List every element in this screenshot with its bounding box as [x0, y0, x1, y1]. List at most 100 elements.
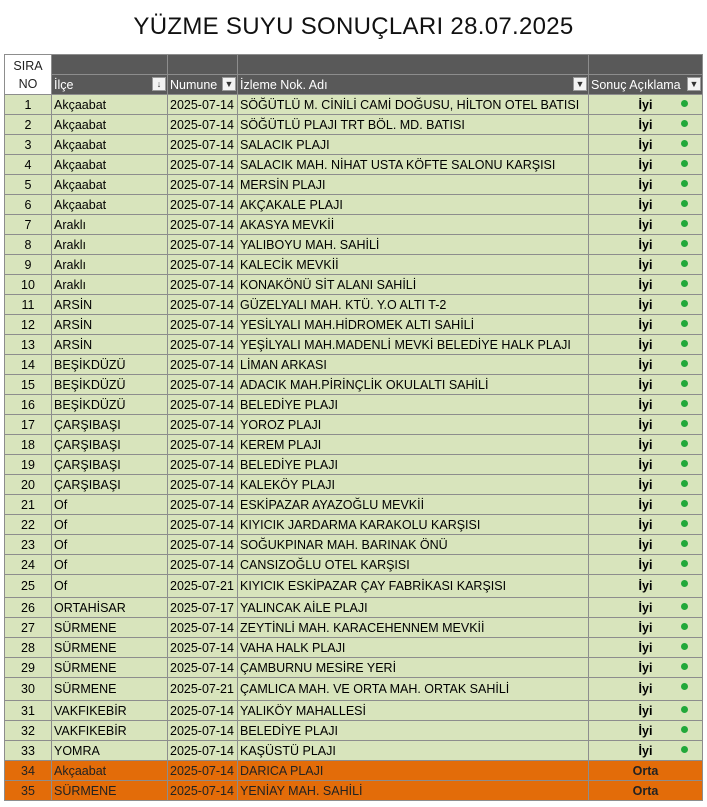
- cell-ilce[interactable]: Araklı: [51, 214, 168, 235]
- table-row[interactable]: 5 Akçaabat 2025-07-14 MERSİN PLAJI İyi: [4, 174, 703, 195]
- cell-no[interactable]: 5: [4, 174, 52, 195]
- table-row[interactable]: 9 Araklı 2025-07-14 KALECİK MEVKİİ İyi: [4, 254, 703, 275]
- cell-ilce[interactable]: ARSİN: [51, 334, 168, 355]
- cell-date[interactable]: 2025-07-14: [167, 234, 238, 255]
- cell-location-name[interactable]: KAŞÜSTÜ PLAJI: [237, 740, 589, 761]
- cell-ilce[interactable]: BEŞİKDÜZÜ: [51, 354, 168, 375]
- cell-result[interactable]: İyi: [588, 274, 703, 295]
- cell-ilce[interactable]: Of: [51, 514, 168, 535]
- table-row[interactable]: 14 BEŞİKDÜZÜ 2025-07-14 LİMAN ARKASI İyi: [4, 354, 703, 375]
- cell-location-name[interactable]: MERSİN PLAJI: [237, 174, 589, 195]
- cell-ilce[interactable]: Of: [51, 534, 168, 555]
- cell-location-name[interactable]: YALIBOYU MAH. SAHİLİ: [237, 234, 589, 255]
- cell-location-name[interactable]: KONAKÖNÜ SİT ALANI SAHİLİ: [237, 274, 589, 295]
- table-row[interactable]: 12 ARSİN 2025-07-14 YESİLYALI MAH.HİDROMEK …: [4, 314, 703, 335]
- cell-no[interactable]: 24: [4, 554, 52, 575]
- cell-ilce[interactable]: Akçaabat: [51, 194, 168, 215]
- table-row[interactable]: 11 ARSİN 2025-07-14 GÜZELYALI MAH. KTÜ. Y.O…: [4, 294, 703, 315]
- cell-date[interactable]: 2025-07-14: [167, 534, 238, 555]
- cell-date[interactable]: 2025-07-14: [167, 494, 238, 515]
- cell-ilce[interactable]: ÇARŞIBAŞI: [51, 414, 168, 435]
- table-row[interactable]: 17 ÇARŞIBAŞI 2025-07-14 YOROZ PLAJI İyi: [4, 414, 703, 435]
- cell-ilce[interactable]: BEŞİKDÜZÜ: [51, 374, 168, 395]
- table-row[interactable]: 10 Araklı 2025-07-14 KONAKÖNÜ SİT ALANI SAH…: [4, 274, 703, 295]
- filter-dropdown-icon[interactable]: ▼: [687, 77, 701, 91]
- cell-location-name[interactable]: ESKİPAZAR AYAZOĞLU MEVKİİ: [237, 494, 589, 515]
- cell-date[interactable]: 2025-07-14: [167, 720, 238, 741]
- cell-no[interactable]: 21: [4, 494, 52, 515]
- cell-date[interactable]: 2025-07-14: [167, 154, 238, 175]
- cell-no[interactable]: 26: [4, 597, 52, 618]
- cell-ilce[interactable]: ÇARŞIBAŞI: [51, 474, 168, 495]
- cell-location-name[interactable]: SÖĞÜTLÜ PLAJI TRT BÖL. MD. BATISI: [237, 114, 589, 135]
- cell-ilce[interactable]: Akçaabat: [51, 134, 168, 155]
- cell-result[interactable]: İyi: [588, 574, 703, 598]
- cell-date[interactable]: 2025-07-14: [167, 394, 238, 415]
- cell-ilce[interactable]: Akçaabat: [51, 94, 168, 115]
- filter-dropdown-icon[interactable]: ▼: [573, 77, 587, 91]
- cell-location-name[interactable]: SOĞUKPINAR MAH. BARINAK ÖNÜ: [237, 534, 589, 555]
- cell-date[interactable]: 2025-07-14: [167, 274, 238, 295]
- cell-date[interactable]: 2025-07-21: [167, 677, 238, 701]
- table-row[interactable]: 28 SÜRMENE 2025-07-14 VAHA HALK PLAJI İyi: [4, 637, 703, 658]
- cell-ilce[interactable]: ARSİN: [51, 314, 168, 335]
- cell-ilce[interactable]: SÜRMENE: [51, 637, 168, 658]
- cell-location-name[interactable]: ÇAMLICA MAH. VE ORTA MAH. ORTAK SAHİLİ: [237, 677, 589, 701]
- table-row[interactable]: 4 Akçaabat 2025-07-14 SALACIK MAH. NİHAT US…: [4, 154, 703, 175]
- cell-no[interactable]: 28: [4, 637, 52, 658]
- cell-location-name[interactable]: AKÇAKALE PLAJI: [237, 194, 589, 215]
- cell-location-name[interactable]: YOROZ PLAJI: [237, 414, 589, 435]
- cell-date[interactable]: 2025-07-14: [167, 514, 238, 535]
- cell-ilce[interactable]: ORTAHİSAR: [51, 597, 168, 618]
- cell-result[interactable]: İyi: [588, 214, 703, 235]
- cell-location-name[interactable]: YENİAY MAH. SAHİLİ: [237, 780, 589, 801]
- cell-location-name[interactable]: BELEDİYE PLAJI: [237, 394, 589, 415]
- cell-ilce[interactable]: VAKFIKEBİR: [51, 700, 168, 721]
- filter-dropdown-icon[interactable]: ▼: [222, 77, 236, 91]
- cell-result[interactable]: İyi: [588, 534, 703, 555]
- cell-date[interactable]: 2025-07-14: [167, 637, 238, 658]
- cell-ilce[interactable]: SÜRMENE: [51, 677, 168, 701]
- cell-date[interactable]: 2025-07-14: [167, 374, 238, 395]
- cell-location-name[interactable]: DARICA PLAJI: [237, 760, 589, 781]
- cell-location-name[interactable]: KIYICIK ESKİPAZAR ÇAY FABRİKASI KARŞISI: [237, 574, 589, 598]
- cell-no[interactable]: 19: [4, 454, 52, 475]
- cell-date[interactable]: 2025-07-14: [167, 780, 238, 801]
- table-row[interactable]: 2 Akçaabat 2025-07-14 SÖĞÜTLÜ PLAJI TRT BÖL…: [4, 114, 703, 135]
- cell-result[interactable]: İyi: [588, 174, 703, 195]
- cell-date[interactable]: 2025-07-14: [167, 114, 238, 135]
- cell-date[interactable]: 2025-07-14: [167, 760, 238, 781]
- cell-ilce[interactable]: Of: [51, 494, 168, 515]
- cell-no[interactable]: 14: [4, 354, 52, 375]
- table-row[interactable]: 31 VAKFIKEBİR 2025-07-14 YALIKÖY MAHALLESİ İ…: [4, 700, 703, 721]
- cell-no[interactable]: 27: [4, 617, 52, 638]
- cell-result[interactable]: İyi: [588, 657, 703, 678]
- cell-date[interactable]: 2025-07-14: [167, 214, 238, 235]
- cell-no[interactable]: 8: [4, 234, 52, 255]
- cell-ilce[interactable]: Akçaabat: [51, 174, 168, 195]
- cell-date[interactable]: 2025-07-14: [167, 354, 238, 375]
- cell-location-name[interactable]: YALIKÖY MAHALLESİ: [237, 700, 589, 721]
- cell-location-name[interactable]: BELEDİYE PLAJI: [237, 720, 589, 741]
- cell-location-name[interactable]: ADACIK MAH.PİRİNÇLİK OKULALTI SAHİLİ: [237, 374, 589, 395]
- table-row[interactable]: 7 Araklı 2025-07-14 AKASYA MEVKİİ İyi: [4, 214, 703, 235]
- cell-result[interactable]: İyi: [588, 720, 703, 741]
- cell-location-name[interactable]: VAHA HALK PLAJI: [237, 637, 589, 658]
- cell-ilce[interactable]: ARSİN: [51, 294, 168, 315]
- cell-no[interactable]: 15: [4, 374, 52, 395]
- cell-ilce[interactable]: Akçaabat: [51, 154, 168, 175]
- cell-result[interactable]: İyi: [588, 434, 703, 455]
- table-row[interactable]: 20 ÇARŞIBAŞI 2025-07-14 KALEKÖY PLAJI İyi: [4, 474, 703, 495]
- cell-ilce[interactable]: SÜRMENE: [51, 617, 168, 638]
- cell-no[interactable]: 3: [4, 134, 52, 155]
- cell-result[interactable]: İyi: [588, 474, 703, 495]
- table-row[interactable]: 27 SÜRMENE 2025-07-14 ZEYTİNLİ MAH. KARACEH…: [4, 617, 703, 638]
- cell-no[interactable]: 6: [4, 194, 52, 215]
- cell-no[interactable]: 31: [4, 700, 52, 721]
- cell-result[interactable]: Orta: [588, 760, 703, 781]
- cell-ilce[interactable]: Araklı: [51, 254, 168, 275]
- cell-date[interactable]: 2025-07-14: [167, 174, 238, 195]
- cell-date[interactable]: 2025-07-14: [167, 454, 238, 475]
- cell-date[interactable]: 2025-07-14: [167, 414, 238, 435]
- cell-no[interactable]: 1: [4, 94, 52, 115]
